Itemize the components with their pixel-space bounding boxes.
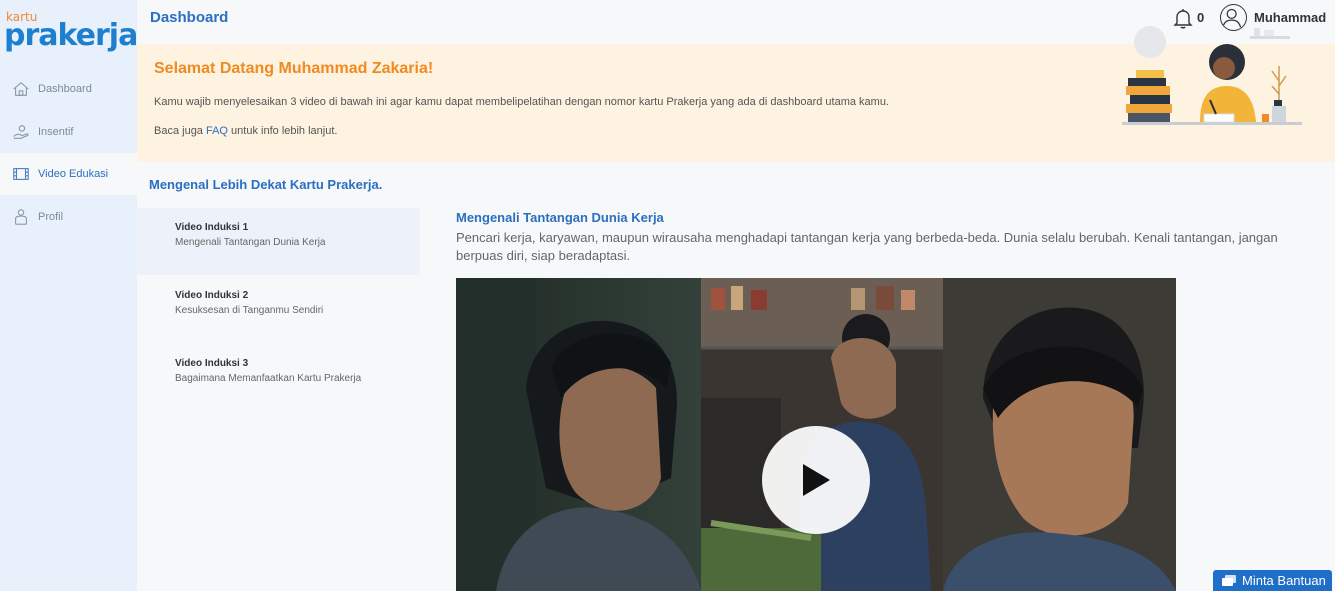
video-item-subtitle: Bagaimana Memanfaatkan Kartu Prakerja	[175, 373, 362, 384]
faq-prefix: Baca juga	[154, 125, 206, 137]
play-icon	[803, 464, 830, 496]
video-title: Mengenali Tantangan Dunia Kerja	[456, 210, 664, 225]
faq-line: Baca juga FAQ untuk info lebih lanjut.	[154, 125, 337, 137]
home-icon	[11, 79, 31, 99]
video-thumbnail-panel-3	[943, 278, 1176, 591]
user-name[interactable]: Muhammad	[1254, 10, 1326, 25]
sidebar-item-label: Insentif	[38, 126, 74, 138]
sidebar-item-label: Dashboard	[38, 83, 92, 95]
video-item-subtitle: Mengenali Tantangan Dunia Kerja	[175, 237, 326, 248]
logo-prakerja-text: prakerja	[4, 18, 138, 53]
sidebar-item-video-edukasi[interactable]: Video Edukasi	[0, 153, 137, 195]
sidebar: kartu prakerja Dashboard Insentif Video …	[0, 0, 138, 591]
video-item-title: Video Induksi 3	[175, 358, 249, 369]
sidebar-item-label: Video Edukasi	[38, 168, 109, 180]
video-item-subtitle: Kesuksesan di Tanganmu Sendiri	[175, 305, 324, 316]
video-item-title: Video Induksi 1	[175, 222, 249, 233]
chat-icon	[1222, 574, 1236, 586]
hand-coin-icon	[11, 122, 31, 142]
sidebar-item-profil[interactable]: Profil	[0, 196, 137, 238]
section-title: Mengenal Lebih Dekat Kartu Prakerja.	[149, 177, 383, 192]
sidebar-item-insentif[interactable]: Insentif	[0, 111, 137, 153]
video-thumbnail-panel-1	[456, 278, 701, 591]
sidebar-item-dashboard[interactable]: Dashboard	[0, 68, 137, 110]
help-button[interactable]: Minta Bantuan	[1213, 570, 1332, 591]
prakerja-logo[interactable]: kartu prakerja	[4, 10, 138, 53]
welcome-illustration	[1122, 26, 1302, 125]
play-button[interactable]	[762, 426, 870, 534]
faq-suffix: untuk info lebih lanjut.	[228, 125, 338, 137]
video-description: Pencari kerja, karyawan, maupun wirausah…	[456, 230, 1278, 263]
app-root: kartu prakerja Dashboard Insentif Video …	[0, 0, 1335, 591]
help-button-label: Minta Bantuan	[1242, 573, 1326, 588]
video-item-title: Video Induksi 2	[175, 290, 249, 301]
welcome-greeting: Selamat Datang Muhammad Zakaria!	[154, 60, 434, 77]
video-player[interactable]	[456, 278, 1176, 591]
video-list-item-2[interactable]: Video Induksi 2 Kesuksesan di Tanganmu S…	[137, 276, 420, 343]
welcome-message: Kamu wajib menyelesaikan 3 video di bawa…	[154, 96, 889, 108]
faq-link[interactable]: FAQ	[206, 125, 228, 137]
notification-count: 0	[1197, 10, 1205, 25]
video-list-item-1[interactable]: Video Induksi 1 Mengenali Tantangan Duni…	[137, 208, 420, 275]
video-list-item-3[interactable]: Video Induksi 3 Bagaimana Memanfaatkan K…	[137, 344, 420, 411]
film-icon	[11, 164, 31, 184]
page-title: Dashboard	[150, 9, 229, 26]
sidebar-item-label: Profil	[38, 211, 64, 223]
person-icon	[11, 207, 31, 227]
welcome-banner: Selamat Datang Muhammad Zakaria! Kamu wa…	[137, 26, 1335, 162]
